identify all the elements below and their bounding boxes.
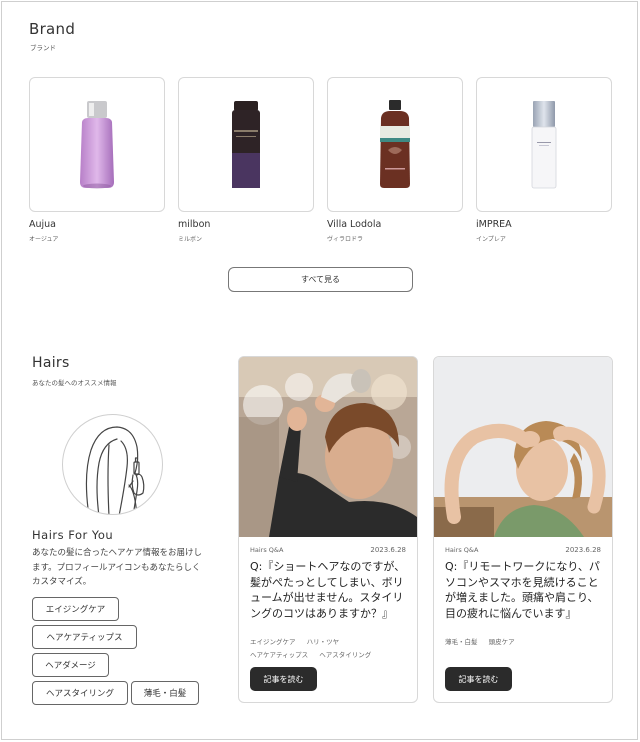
- article-card-2[interactable]: Hairs Q&A 2023.6.28 Q:『リモートワークになり、パソコンやス…: [433, 356, 613, 703]
- article-1-question[interactable]: Q:『ショートヘアなのですが、髪がぺたっとしてしまい、ボリュームが出せません。ス…: [250, 559, 412, 621]
- article-2-tags: 薄毛・白髪 頭皮ケア: [445, 636, 605, 649]
- brand-card-villa-lodola[interactable]: [327, 77, 463, 212]
- profile-avatar[interactable]: [62, 414, 163, 515]
- article-tag[interactable]: 頭皮ケア: [489, 638, 515, 646]
- brand-name-aujua[interactable]: Aujua: [29, 219, 56, 230]
- hairs-section-subtitle: あなたの髪へのオススメ情報: [32, 379, 117, 387]
- brand-name-imprea[interactable]: iMPREA: [476, 219, 512, 230]
- tag-thinning-gray-hair[interactable]: 薄毛・白髪: [131, 681, 199, 705]
- article-2-photo: [434, 357, 612, 537]
- article-tag[interactable]: ハリ・ツヤ: [307, 638, 340, 646]
- brand-card-imprea[interactable]: [476, 77, 612, 212]
- brand-section-title: Brand: [29, 20, 76, 38]
- aujua-product-image: [80, 101, 114, 189]
- article-1-tags: エイジングケア ハリ・ツヤ ヘアケアティップス ヘアスタイリング: [250, 636, 410, 662]
- imprea-product-image: [531, 101, 557, 189]
- article-tag-row: ヘアケアティップス ヘアスタイリング: [250, 649, 410, 662]
- article-1-read-button[interactable]: 記事を読む: [250, 667, 317, 691]
- article-2-date: 2023.6.28: [565, 546, 601, 554]
- brand-kana-imprea: インプレア: [476, 236, 506, 243]
- tag-hair-damage[interactable]: ヘアダメージ: [32, 653, 109, 677]
- tag-hair-styling[interactable]: ヘアスタイリング: [32, 681, 128, 705]
- brand-kana-milbon: ミルボン: [178, 236, 203, 243]
- brand-card-milbon[interactable]: [178, 77, 314, 212]
- milbon-product-image: [232, 101, 260, 188]
- brand-name-villa-lodola[interactable]: Villa Lodola: [327, 219, 381, 230]
- article-card-1[interactable]: Hairs Q&A 2023.6.28 Q:『ショートヘアなのですが、髪がぺたっ…: [238, 356, 418, 703]
- tag-aging-care[interactable]: エイジングケア: [32, 597, 119, 621]
- article-tag[interactable]: エイジングケア: [250, 638, 296, 646]
- brand-name-milbon[interactable]: milbon: [178, 219, 210, 230]
- article-2-category: Hairs Q&A: [445, 546, 479, 554]
- article-1-category: Hairs Q&A: [250, 546, 284, 554]
- article-tag-row: 薄毛・白髪 頭皮ケア: [445, 636, 605, 649]
- article-2-read-button[interactable]: 記事を読む: [445, 667, 512, 691]
- brand-section-subtitle: ブランド: [30, 44, 56, 52]
- article-2-question[interactable]: Q:『リモートワークになり、パソコンやスマホを見続けることが増えました。頭痛や肩…: [445, 559, 607, 621]
- brand-card-aujua[interactable]: [29, 77, 165, 212]
- woman-touching-head-photo: [434, 357, 612, 537]
- article-tag[interactable]: ヘアスタイリング: [319, 651, 371, 659]
- hairs-for-you-description: あなたの髪に合ったヘアケア情報をお届けします。プロフィールアイコンもあなたらしく…: [32, 548, 203, 587]
- hairs-section-title: Hairs: [32, 355, 70, 371]
- villa-lodola-product-image: [380, 100, 410, 188]
- man-blow-drying-hair-photo: [239, 357, 417, 537]
- woman-hair-illustration-icon: [85, 426, 145, 514]
- see-all-brands-button[interactable]: すべて見る: [228, 267, 413, 292]
- article-tag[interactable]: ヘアケアティップス: [250, 651, 308, 659]
- brand-kana-villa-lodola: ヴィラロドラ: [327, 236, 364, 243]
- tag-haircare-tips[interactable]: ヘアケアティップス: [32, 625, 137, 649]
- brand-kana-aujua: オージュア: [29, 236, 59, 243]
- article-tag-row: エイジングケア ハリ・ツヤ: [250, 636, 410, 649]
- article-tag[interactable]: 薄毛・白髪: [445, 638, 478, 646]
- hairs-for-you-title: Hairs For You: [32, 528, 114, 542]
- article-1-photo: [239, 357, 417, 537]
- article-1-date: 2023.6.28: [370, 546, 406, 554]
